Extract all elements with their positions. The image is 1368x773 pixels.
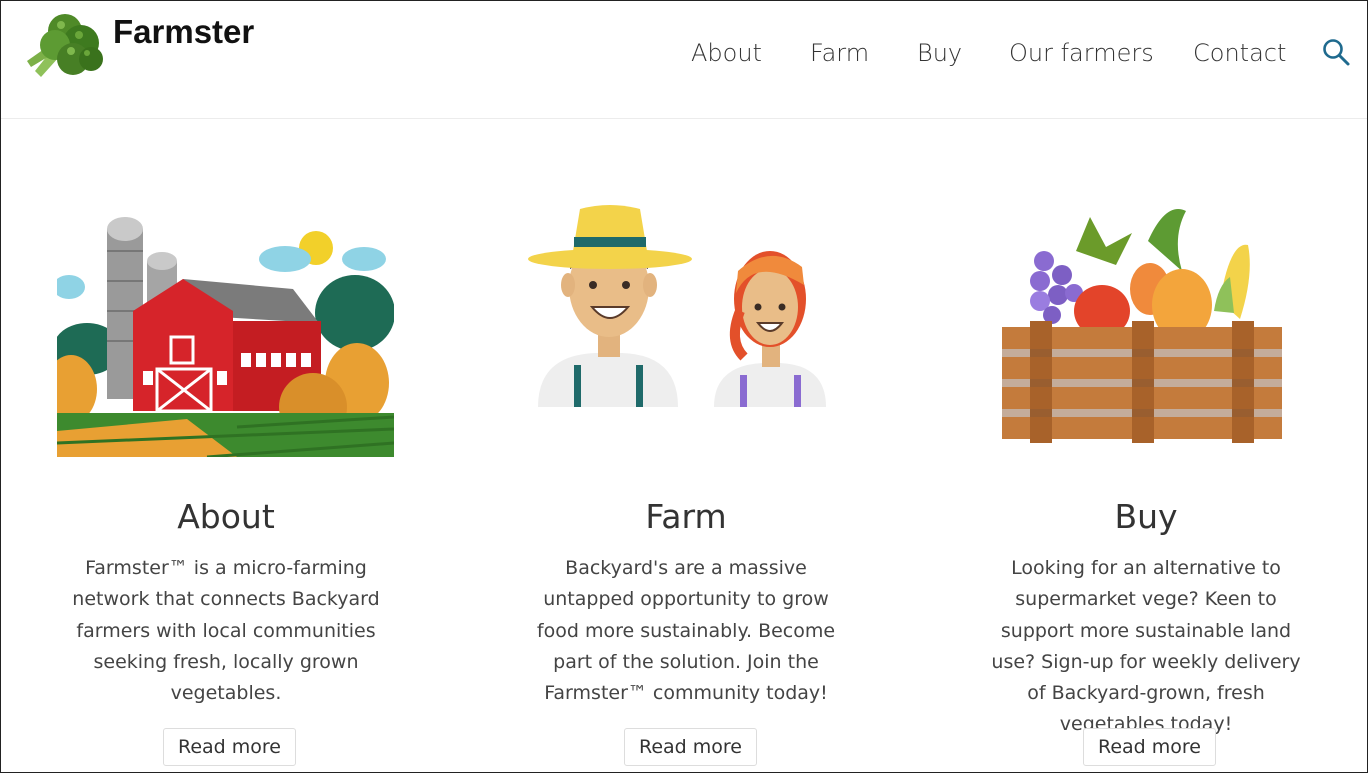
page: Farmster About Farm Buy Our farmers Cont… xyxy=(0,0,1368,773)
search-icon xyxy=(1323,39,1350,66)
nav-about[interactable]: About xyxy=(691,39,762,67)
vegetable-crate-illustration xyxy=(978,181,1288,457)
farmers-illustration xyxy=(518,181,854,457)
read-more-button[interactable]: Read more xyxy=(624,728,757,766)
card-title: Farm xyxy=(645,497,727,536)
nav-farm[interactable]: Farm xyxy=(810,39,869,67)
card-title: About xyxy=(177,497,275,536)
card-text: Backyard's are a massive untapped opport… xyxy=(536,557,836,705)
farm-barn-illustration xyxy=(57,181,394,457)
logo[interactable]: Farmster xyxy=(21,7,254,83)
card-title: Buy xyxy=(1114,497,1178,536)
site-header: Farmster About Farm Buy Our farmers Cont… xyxy=(1,1,1367,119)
nav-buy[interactable]: Buy xyxy=(917,39,962,67)
broccoli-icon xyxy=(27,14,103,77)
nav-contact[interactable]: Contact xyxy=(1193,39,1286,67)
card-text: Looking for an alternative to supermarke… xyxy=(991,557,1301,736)
nav-our-farmers[interactable]: Our farmers xyxy=(1009,39,1154,67)
card-text: Farmster™ is a micro-farming network tha… xyxy=(72,557,380,705)
search-button[interactable] xyxy=(1321,37,1351,71)
brand-name: Farmster xyxy=(113,13,255,50)
read-more-button[interactable]: Read more xyxy=(1083,728,1216,766)
read-more-button[interactable]: Read more xyxy=(163,728,296,766)
